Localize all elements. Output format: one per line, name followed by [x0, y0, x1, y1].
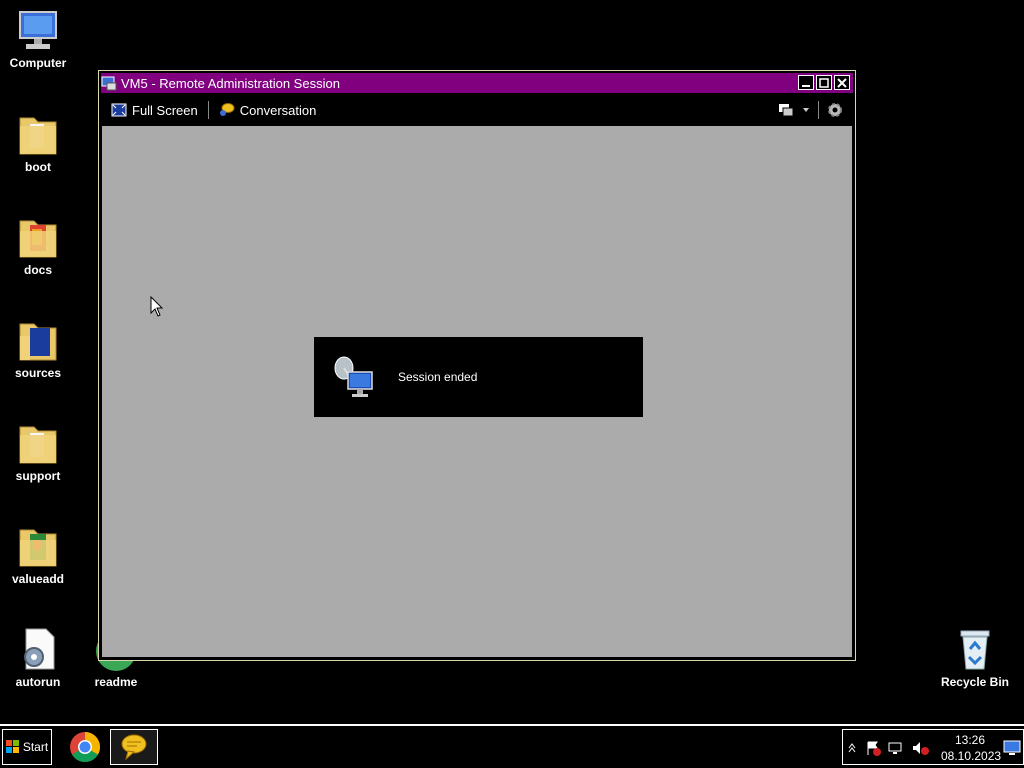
- desktop-icon-recycle-bin[interactable]: Recycle Bin: [937, 627, 1013, 689]
- mouse-cursor-icon: [150, 296, 164, 317]
- close-button[interactable]: [834, 75, 850, 90]
- show-hidden-icons-icon[interactable]: [847, 742, 857, 754]
- view-mode-icon[interactable]: [778, 103, 794, 117]
- desktop-icon-label: support: [15, 469, 61, 483]
- computer-icon: [19, 11, 57, 49]
- desktop-icon-label: Recycle Bin: [940, 675, 1010, 689]
- maximize-button[interactable]: [816, 75, 832, 90]
- desktop-icon-label: Computer: [9, 56, 67, 70]
- session-status-toast: Session ended: [314, 337, 643, 417]
- window-titlebar[interactable]: VM5 - Remote Administration Session: [101, 73, 853, 93]
- close-icon: [837, 77, 847, 88]
- start-button[interactable]: Start: [2, 729, 52, 765]
- network-icon[interactable]: [887, 740, 903, 756]
- desktop-icon-support[interactable]: support: [0, 419, 76, 483]
- taskbar-chrome-button[interactable]: [66, 730, 104, 764]
- full-screen-button[interactable]: Full Screen: [111, 103, 198, 118]
- chevron-down-icon[interactable]: [802, 107, 810, 113]
- conversation-label: Conversation: [239, 102, 317, 118]
- desktop-icon-boot[interactable]: boot: [0, 110, 76, 174]
- start-label: Start: [22, 740, 49, 754]
- recycle-bin-icon: [960, 630, 990, 670]
- remote-connection-icon: [334, 356, 373, 397]
- show-desktop-icon[interactable]: [1003, 740, 1021, 756]
- conversation-icon: [219, 103, 235, 116]
- session-status-message: Session ended: [398, 370, 478, 384]
- clock-date: 08.10.2023: [941, 749, 1002, 763]
- remote-desktop-icon: [101, 76, 117, 91]
- chrome-icon: [70, 732, 101, 763]
- remote-session-window[interactable]: VM5 - Remote Administration Session Full…: [98, 70, 856, 661]
- desktop-icon-valueadd[interactable]: valueadd: [0, 522, 76, 586]
- action-center-flag-icon[interactable]: [865, 740, 881, 756]
- system-tray: 13:26 08.10.2023: [842, 729, 1024, 765]
- conversation-icon: [121, 734, 147, 761]
- desktop-icon-label: boot: [25, 160, 51, 174]
- gear-icon[interactable]: [827, 102, 843, 118]
- desktop-icon-sources[interactable]: sources: [0, 316, 76, 380]
- maximize-icon: [819, 77, 829, 88]
- session-toolbar: Full Screen Conversation: [101, 95, 853, 125]
- folder-icon: [19, 220, 57, 258]
- folder-icon: [19, 117, 57, 155]
- folder-icon: [19, 323, 57, 361]
- desktop-icon-label: autorun: [15, 675, 61, 689]
- full-screen-label: Full Screen: [132, 102, 198, 118]
- windows-logo-icon: [5, 740, 19, 753]
- minimize-icon: [802, 84, 810, 87]
- folder-icon: [19, 529, 57, 567]
- taskbar-conversation-button[interactable]: [110, 729, 158, 765]
- settings-file-icon: [24, 628, 55, 670]
- conversation-button[interactable]: Conversation: [219, 102, 317, 118]
- remote-session-area[interactable]: Session ended: [102, 126, 852, 657]
- desktop-icon-autorun[interactable]: autorun: [0, 627, 76, 689]
- toolbar-separator: [818, 101, 819, 119]
- clock-time: 13:26: [954, 733, 986, 747]
- desktop-icon-docs[interactable]: docs: [0, 213, 76, 277]
- desktop-icon-computer[interactable]: Computer: [0, 8, 76, 70]
- folder-icon: [19, 426, 57, 464]
- desktop-icon-label: valueadd: [11, 572, 65, 586]
- full-screen-icon: [111, 103, 127, 117]
- window-title: VM5 - Remote Administration Session: [121, 75, 340, 91]
- desktop-icon-label: sources: [14, 366, 62, 380]
- desktop-icon-label: readme: [94, 675, 138, 689]
- toolbar-separator: [207, 101, 209, 119]
- system-clock[interactable]: 13:26 08.10.2023: [941, 732, 1002, 764]
- taskbar: Start 13:26 08.10.2023: [0, 724, 1024, 768]
- desktop-icon-label: docs: [23, 263, 52, 277]
- minimize-button[interactable]: [798, 75, 814, 90]
- volume-muted-icon[interactable]: [911, 740, 929, 756]
